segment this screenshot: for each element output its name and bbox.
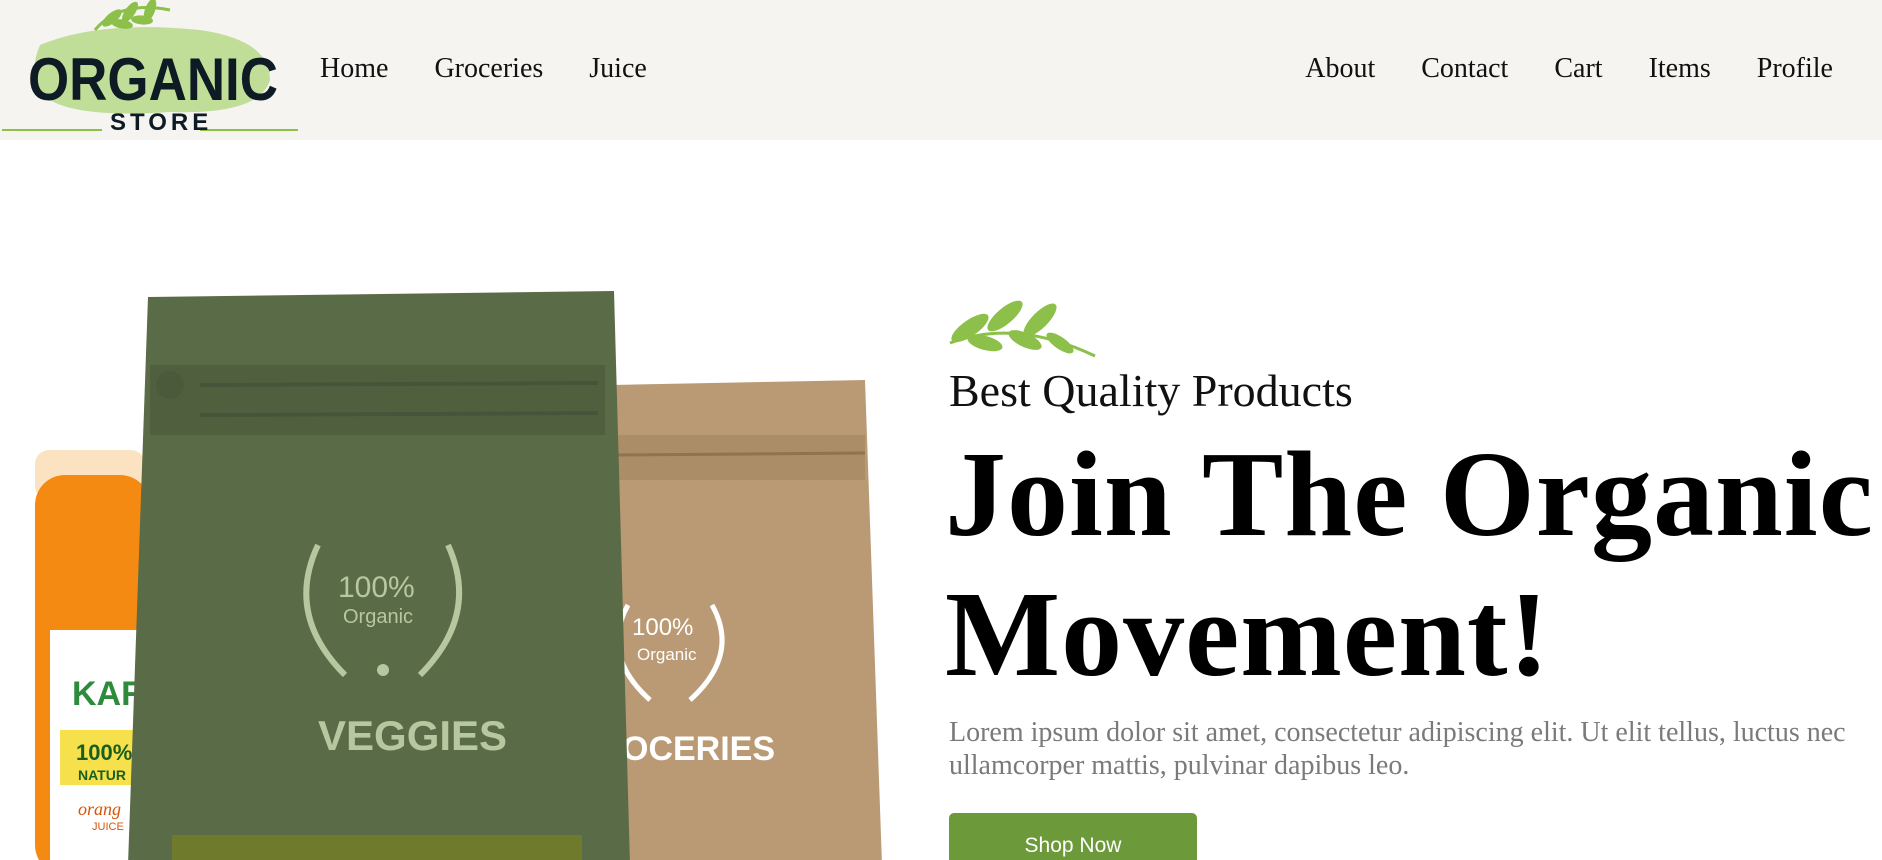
leaf-sprig-logo-icon	[93, 0, 171, 31]
nav-link-about[interactable]: About	[1305, 50, 1375, 88]
veggies-badge-percent: 100%	[338, 571, 415, 604]
jar-flavor: orang	[78, 799, 121, 819]
nav-link-home[interactable]: Home	[320, 50, 388, 88]
leaf-sprig-icon	[949, 300, 1096, 358]
primary-nav: Home Groceries Juice	[320, 50, 693, 88]
nav-link-contact[interactable]: Contact	[1421, 50, 1508, 88]
organic-store-logo[interactable]: ORGANIC STORE	[0, 0, 300, 140]
jar-flavor-2: JUICE	[92, 821, 124, 833]
logo-word-organic: ORGANIC	[28, 46, 278, 113]
kraft-badge-word: Organic	[637, 645, 697, 664]
secondary-nav: About Contact Cart Items Profile	[1259, 50, 1833, 88]
veggies-bag-label: VEGGIES	[318, 712, 507, 759]
hero-description: Lorem ipsum dolor sit amet, consectetur …	[949, 717, 1846, 781]
hero-product-image: KARI 100% NATUR orang JUICE 100% Organic…	[35, 291, 882, 860]
kraft-badge-percent: 100%	[632, 614, 693, 641]
nav-link-items[interactable]: Items	[1649, 50, 1711, 88]
groceries-bag: 100% Organic OCERIES	[600, 380, 882, 860]
shop-now-button[interactable]: Shop Now	[949, 813, 1197, 860]
nav-link-groceries[interactable]: Groceries	[434, 50, 543, 88]
kraft-bag-label: OCERIES	[622, 730, 775, 768]
nav-link-profile[interactable]: Profile	[1757, 50, 1833, 88]
jar-badge: 100%	[76, 740, 132, 765]
logo-word-store: STORE	[110, 109, 212, 136]
nav-link-juice[interactable]: Juice	[589, 50, 647, 88]
veggies-badge-word: Organic	[343, 606, 413, 628]
hero-subtitle: Best Quality Products	[949, 365, 1353, 416]
jar-badge-2: NATUR	[78, 767, 126, 783]
site-header: ORGANIC STORE Home Groceries Juice About…	[0, 0, 1882, 140]
hero-title: Join The Organic Movement!	[945, 427, 1874, 702]
veggies-bag: 100% Organic VEGGIES	[128, 291, 630, 860]
nav-link-cart[interactable]: Cart	[1554, 50, 1602, 88]
